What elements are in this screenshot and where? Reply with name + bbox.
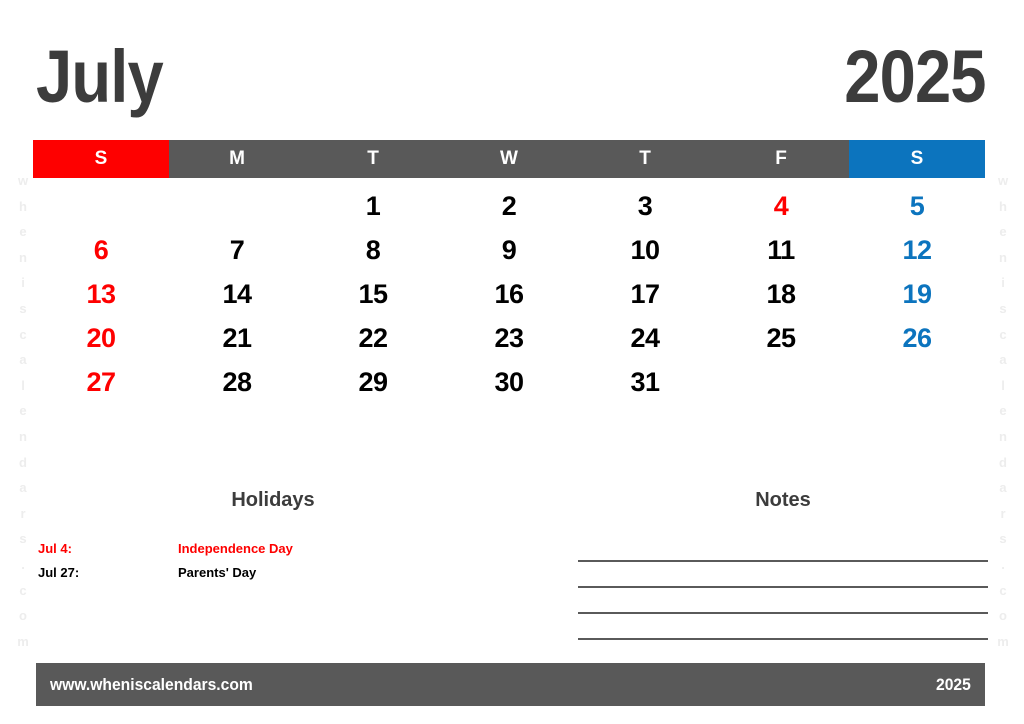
- notes-heading: Notes: [755, 489, 811, 511]
- notes-section: Notes: [578, 488, 988, 640]
- watermark-char: m: [997, 633, 1009, 649]
- date-cell-29[interactable]: 29: [305, 360, 441, 404]
- footer-year: 2025: [936, 674, 971, 694]
- weekday-header-cell-0: S: [33, 140, 169, 178]
- holiday-date: Jul 4:: [38, 540, 72, 556]
- watermark-char: d: [999, 454, 1007, 470]
- date-week-row: 27 28 29 30 31: [33, 360, 985, 404]
- date-cell-27[interactable]: 27: [33, 360, 169, 404]
- date-week-row: 13 14 15 16 17 18 19: [33, 272, 985, 316]
- date-cell-empty: [169, 184, 305, 228]
- weekday-header-cell-1: M: [169, 140, 305, 178]
- watermark-char: o: [19, 608, 27, 624]
- date-week-row: 12345: [33, 184, 985, 228]
- date-cell-8[interactable]: 8: [305, 228, 441, 272]
- date-cell-3[interactable]: 3: [577, 184, 713, 228]
- date-cell-12[interactable]: 12: [849, 228, 985, 272]
- date-cell-23[interactable]: 23: [441, 316, 577, 360]
- watermark-char: h: [999, 198, 1007, 214]
- date-cell-10[interactable]: 10: [577, 228, 713, 272]
- watermark-char: n: [999, 428, 1007, 444]
- calendar-page: wheniscalendars.com wheniscalendars.com …: [0, 0, 1024, 724]
- date-cell-26[interactable]: 26: [849, 316, 985, 360]
- date-cell-empty: [33, 184, 169, 228]
- date-cell-19[interactable]: 19: [849, 272, 985, 316]
- date-cell-25[interactable]: 25: [713, 316, 849, 360]
- date-cell-2[interactable]: 2: [441, 184, 577, 228]
- watermark-char: n: [19, 428, 27, 444]
- watermark-char: e: [999, 403, 1007, 419]
- weekday-header-cell-2: T: [305, 140, 441, 178]
- date-cell-31[interactable]: 31: [577, 360, 713, 404]
- date-cell-6[interactable]: 6: [33, 228, 169, 272]
- date-cell-empty: [713, 360, 849, 404]
- holiday-name: Parents' Day: [178, 564, 257, 580]
- watermark-char: a: [999, 480, 1007, 496]
- weekday-header-cell-3: W: [441, 140, 577, 178]
- date-cell-28[interactable]: 28: [169, 360, 305, 404]
- watermark-char: e: [999, 224, 1007, 240]
- date-cell-4[interactable]: 4: [713, 184, 849, 228]
- note-line[interactable]: [578, 536, 988, 562]
- watermark-char: o: [999, 608, 1007, 624]
- footer-website-url[interactable]: www.wheniscalendars.com: [50, 675, 253, 695]
- date-cell-9[interactable]: 9: [441, 228, 577, 272]
- date-cell-11[interactable]: 11: [713, 228, 849, 272]
- date-cell-18[interactable]: 18: [713, 272, 849, 316]
- watermark-char: m: [17, 633, 29, 649]
- date-cell-5[interactable]: 5: [849, 184, 985, 228]
- watermark-char: s: [999, 531, 1007, 547]
- footer-bar: www.wheniscalendars.com 2025: [36, 663, 985, 706]
- note-line[interactable]: [578, 588, 988, 614]
- date-cell-24[interactable]: 24: [577, 316, 713, 360]
- holiday-row: Jul 4: Independence Day: [33, 536, 483, 560]
- month-title: July: [36, 35, 164, 118]
- date-cell-30[interactable]: 30: [441, 360, 577, 404]
- holiday-name: Independence Day: [178, 540, 293, 556]
- date-cell-14[interactable]: 14: [169, 272, 305, 316]
- watermark-char: a: [999, 352, 1007, 368]
- date-cell-7[interactable]: 7: [169, 228, 305, 272]
- date-cell-1[interactable]: 1: [305, 184, 441, 228]
- notes-lines: [578, 536, 988, 640]
- date-cell-17[interactable]: 17: [577, 272, 713, 316]
- watermark-char: s: [999, 300, 1007, 316]
- holiday-date: Jul 27:: [38, 564, 80, 580]
- note-line[interactable]: [578, 562, 988, 588]
- date-grid: 1 2 3 4 5 6 7 8 9 10 11 12 13 14 15 16 17 18 19 20 21 22 23 24 2…: [33, 184, 985, 404]
- holidays-list: Jul 4: Independence Day Jul 27: Parents' Da…: [33, 536, 483, 584]
- watermark-right: wheniscalendars.com: [990, 168, 1016, 654]
- weekday-header-cell-5: F: [713, 140, 849, 178]
- watermark-char: l: [1001, 377, 1005, 393]
- weekday-header-row: SMTWTFS: [33, 140, 985, 178]
- watermark-char: .: [1001, 556, 1005, 572]
- holiday-row: Jul 27: Parents' Day: [33, 560, 483, 584]
- calendar-title-row: July 2025: [36, 35, 987, 118]
- watermark-char: c: [999, 326, 1007, 342]
- note-line[interactable]: [578, 614, 988, 640]
- holidays-heading: Holidays: [231, 489, 315, 511]
- date-cell-13[interactable]: 13: [33, 272, 169, 316]
- holidays-section: Holidays Jul 4: Independence Day Jul 27: Pa…: [33, 488, 483, 584]
- watermark-char: d: [19, 454, 27, 470]
- date-cell-21[interactable]: 21: [169, 316, 305, 360]
- watermark-char: r: [1000, 505, 1006, 521]
- date-cell-20[interactable]: 20: [33, 316, 169, 360]
- watermark-char: i: [1001, 275, 1005, 291]
- date-cell-empty: [849, 360, 985, 404]
- date-week-row: 20 21 22 23 24 25 26: [33, 316, 985, 360]
- date-week-row: 6 7 8 9 10 11 12: [33, 228, 985, 272]
- date-cell-15[interactable]: 15: [305, 272, 441, 316]
- date-cell-22[interactable]: 22: [305, 316, 441, 360]
- weekday-header-cell-6: S: [849, 140, 985, 178]
- watermark-char: w: [997, 173, 1009, 188]
- year-title: 2025: [844, 35, 987, 118]
- date-cell-16[interactable]: 16: [441, 272, 577, 316]
- watermark-char: c: [999, 582, 1007, 598]
- watermark-char: n: [999, 249, 1007, 265]
- weekday-header-cell-4: T: [577, 140, 713, 178]
